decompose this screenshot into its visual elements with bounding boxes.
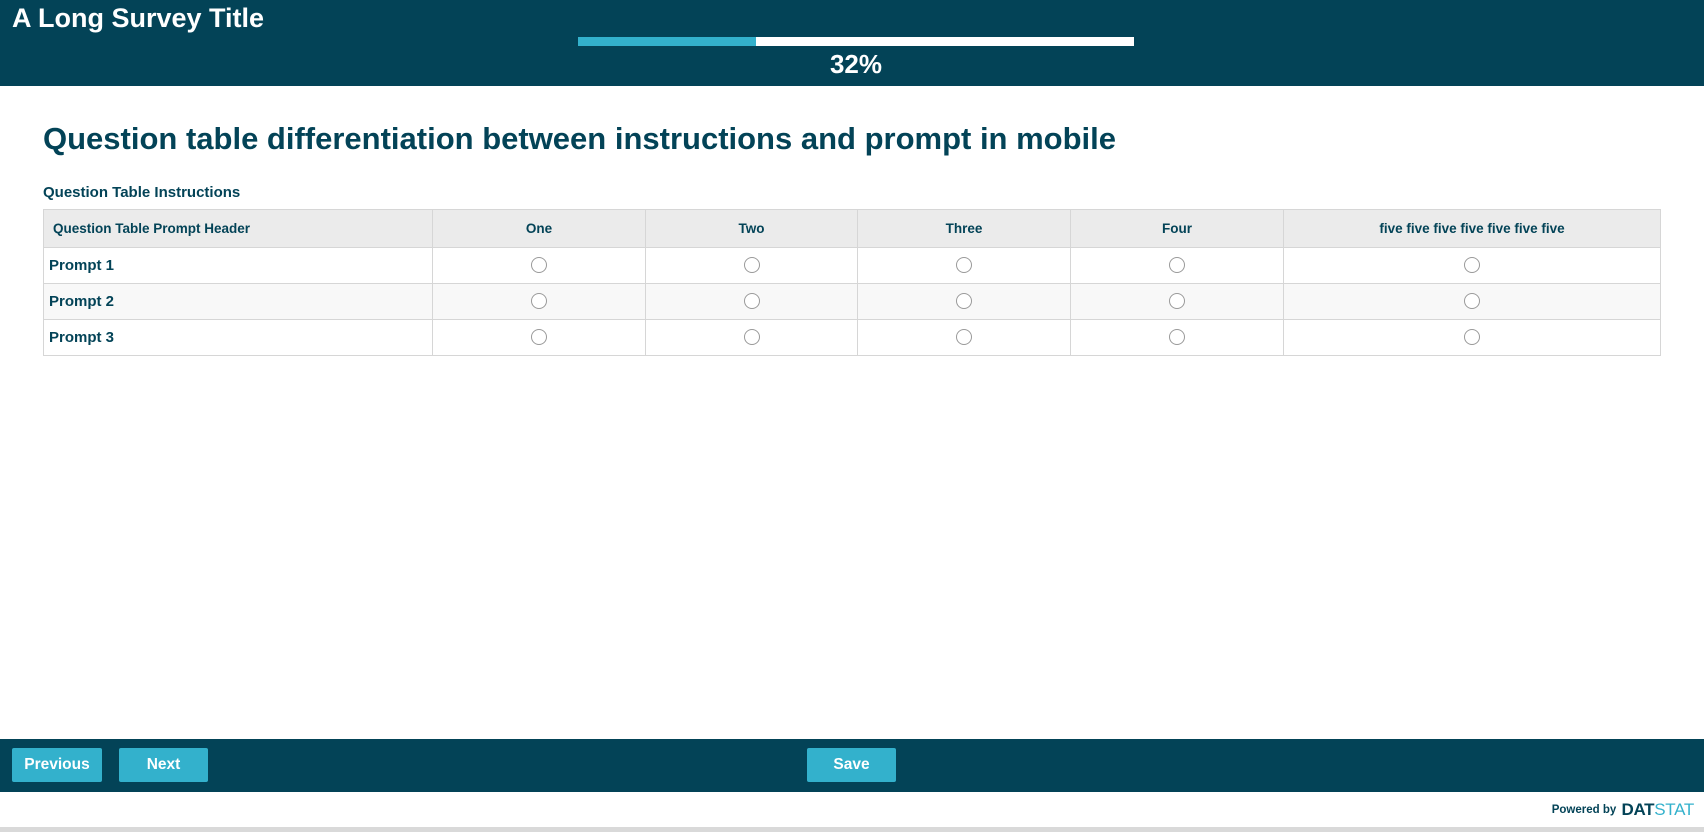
radio-button[interactable] — [531, 257, 547, 274]
radio-button[interactable] — [1464, 293, 1480, 310]
radio-button[interactable] — [956, 257, 972, 274]
table-row: Prompt 2 — [43, 283, 1661, 320]
radio-button[interactable] — [956, 329, 972, 346]
table-cell — [432, 283, 646, 320]
progress-bar-fill — [578, 37, 756, 46]
table-header-row: Question Table Prompt Header One Two Thr… — [43, 209, 1661, 248]
radio-button[interactable] — [1169, 257, 1185, 274]
radio-button[interactable] — [1464, 257, 1480, 274]
bottom-scroll-strip — [0, 827, 1704, 832]
table-row: Prompt 1 — [43, 247, 1661, 284]
table-cell — [1283, 247, 1661, 284]
save-button[interactable]: Save — [807, 748, 896, 782]
radio-button[interactable] — [531, 329, 547, 346]
table-cell — [857, 319, 1071, 356]
table-cell — [857, 247, 1071, 284]
table-cell — [432, 247, 646, 284]
column-header: Two — [645, 209, 858, 248]
radio-button[interactable] — [531, 293, 547, 310]
table-cell — [1070, 283, 1284, 320]
table-cell — [1283, 283, 1661, 320]
survey-title: A Long Survey Title — [12, 3, 265, 33]
table-cell — [432, 319, 646, 356]
table-cell — [645, 319, 858, 356]
radio-button[interactable] — [743, 293, 760, 310]
next-button[interactable]: Next — [119, 748, 208, 782]
question-instructions: Question Table Instructions — [43, 184, 241, 201]
radio-button[interactable] — [1169, 329, 1185, 346]
powered-by: Powered by DATSTAT — [1551, 800, 1695, 820]
column-header: Three — [857, 209, 1071, 248]
table-cell — [645, 283, 858, 320]
radio-button[interactable] — [1169, 293, 1185, 310]
table-cell — [1283, 319, 1661, 356]
prompt-column-header: Question Table Prompt Header — [43, 209, 433, 248]
previous-button[interactable]: Previous — [12, 748, 102, 782]
survey-footer: Previous Next Save — [0, 739, 1704, 792]
table-row: Prompt 3 — [43, 319, 1661, 356]
row-prompt: Prompt 3 — [43, 319, 433, 356]
powered-by-label: Powered by — [1551, 804, 1617, 816]
radio-button[interactable] — [1464, 329, 1480, 346]
row-prompt: Prompt 2 — [43, 283, 433, 320]
radio-button[interactable] — [956, 293, 972, 310]
logo-dat-text: DAT — [1621, 800, 1655, 819]
datstat-logo: DATSTAT — [1621, 800, 1694, 819]
column-header: Four — [1070, 209, 1284, 248]
table-cell — [645, 247, 858, 284]
row-prompt: Prompt 1 — [43, 247, 433, 284]
radio-button[interactable] — [743, 257, 760, 274]
question-title: Question table differentiation between i… — [43, 121, 1117, 156]
table-cell — [1070, 319, 1284, 356]
logo-stat-text: STAT — [1654, 800, 1694, 819]
radio-button[interactable] — [743, 329, 760, 346]
progress-label: 32% — [829, 49, 883, 79]
table-cell — [857, 283, 1071, 320]
progress-bar — [578, 37, 1134, 46]
column-header: One — [432, 209, 646, 248]
column-header: five five five five five five five — [1283, 209, 1661, 248]
table-cell — [1070, 247, 1284, 284]
question-table: Question Table Prompt Header One Two Thr… — [43, 209, 1661, 356]
survey-header: A Long Survey Title 32% — [0, 0, 1704, 86]
